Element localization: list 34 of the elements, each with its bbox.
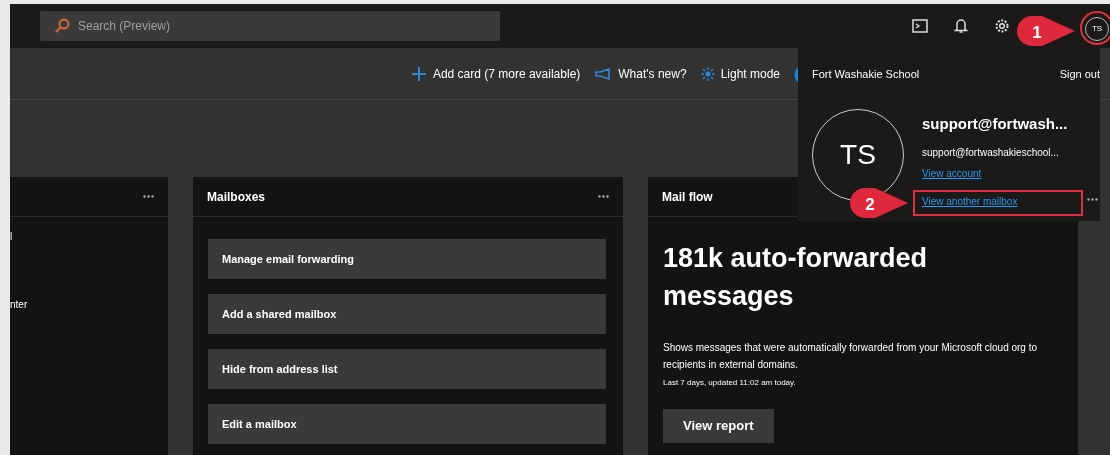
organization-name: Fort Washakie School — [812, 67, 920, 82]
terminal-icon[interactable] — [912, 19, 928, 33]
card-link[interactable]: l — [10, 229, 13, 244]
update-note: Last 7 days, updated 11:02 am today. — [663, 377, 797, 389]
command-button[interactable]: Add card (7 more available) — [432, 64, 581, 83]
command-button[interactable]: Light mode — [720, 64, 780, 83]
more-icon[interactable] — [1087, 198, 1098, 201]
card-title: Mail flow — [662, 188, 713, 206]
action-button[interactable]: Add a shared mailbox — [208, 294, 606, 334]
settings-icon[interactable] — [994, 18, 1010, 34]
megaphone-icon — [594, 67, 613, 80]
search-icon — [54, 18, 70, 34]
card-link[interactable]: nter — [10, 297, 28, 312]
plus-icon — [410, 65, 427, 82]
more-icon[interactable] — [598, 195, 609, 198]
sign-out-link[interactable]: Sign out — [1059, 66, 1100, 83]
sun-icon — [700, 66, 715, 81]
more-icon[interactable] — [143, 195, 154, 198]
action-button[interactable]: Manage email forwarding — [208, 239, 606, 279]
action-button[interactable]: Hide from address list — [208, 349, 606, 389]
callout-marker: 1 — [1015, 14, 1077, 48]
headline: 181k auto-forwarded messages — [663, 242, 929, 313]
account-name: support@fortwash... — [922, 113, 1068, 134]
search-field[interactable]: Search (Preview) — [40, 11, 500, 41]
account-link[interactable]: View another mailbox — [922, 194, 1018, 209]
bell-icon[interactable] — [954, 18, 968, 34]
description: Shows messages that were automatically forwarded from your Microsoft cloud org to recipients in external domains. — [663, 341, 1039, 372]
account-email: support@fortwashakieschool... — [922, 146, 1060, 160]
command-button[interactable]: What's new? — [618, 64, 687, 83]
highlight-ring — [1080, 11, 1110, 45]
view-report-button[interactable]: View report — [663, 409, 774, 443]
card-title: Mailboxes — [207, 188, 266, 206]
action-button[interactable]: Edit a mailbox — [208, 404, 606, 444]
account-link[interactable]: View account — [922, 166, 982, 181]
